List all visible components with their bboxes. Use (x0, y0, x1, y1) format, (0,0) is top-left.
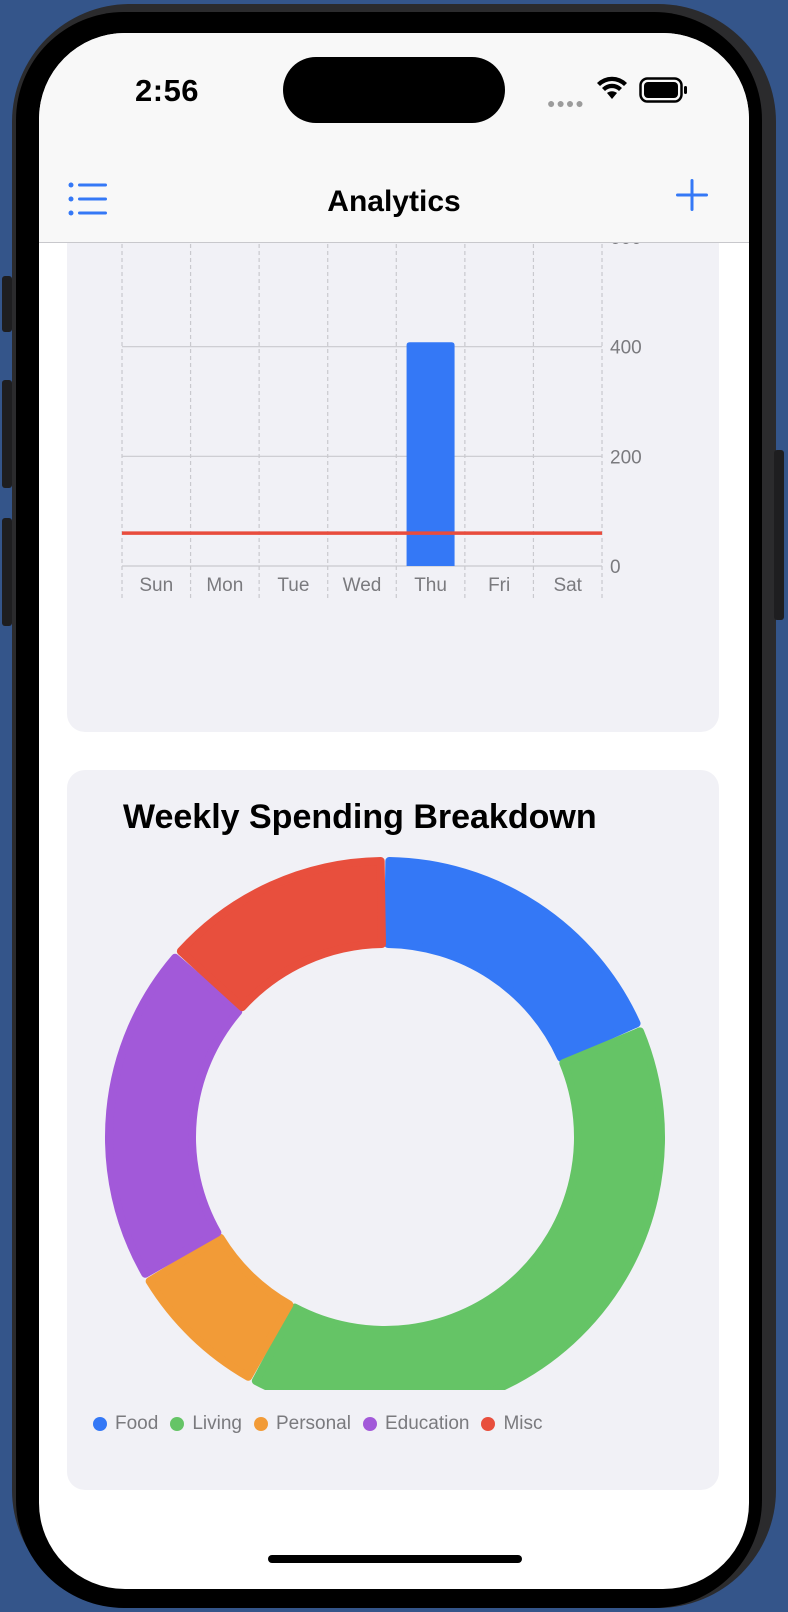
y-tick-label: 400 (610, 338, 642, 359)
legend-label: Education (384, 1413, 470, 1434)
legend-label: Misc (503, 1413, 543, 1434)
legend-dot (170, 1417, 185, 1431)
legend-dot (93, 1417, 107, 1431)
x-tick-label: Mon (206, 575, 243, 596)
donut-slice-living[interactable] (251, 1027, 665, 1390)
donut-slice-education[interactable] (105, 953, 243, 1278)
dynamic-island (283, 57, 505, 123)
legend-label: Food (115, 1413, 159, 1434)
donut-slice-food[interactable] (384, 857, 641, 1062)
x-tick-label: Fri (488, 575, 510, 596)
home-indicator[interactable] (268, 1555, 522, 1563)
legend-item-education: Education (362, 1413, 470, 1435)
legend-label: Living (192, 1413, 242, 1434)
mute-switch (2, 276, 12, 332)
wifi-icon (597, 76, 627, 99)
legend-dot (362, 1417, 377, 1431)
x-tick-label: Thu (414, 575, 447, 596)
page-title: Analytics (327, 185, 461, 218)
power-button (774, 450, 784, 620)
navigation-bar: Analytics (39, 153, 749, 243)
y-tick-label: 0 (610, 557, 621, 578)
y-tick-label: 200 (610, 447, 642, 468)
chart-legend: Food Living Personal Education Misc (93, 1413, 555, 1435)
add-button[interactable] (673, 175, 711, 215)
volume-up-button (2, 380, 12, 488)
legend-item-living: Living (170, 1413, 242, 1435)
daily-spending-bar-chart: 0200400600SunMonTueWedThuFriSat (121, 238, 642, 598)
status-time: 2:56 (135, 73, 200, 108)
legend-label: Personal (275, 1413, 351, 1434)
weekly-breakdown-card: Weekly Spending Breakdown Food Living Pers… (67, 770, 719, 1490)
x-tick-label: Tue (277, 575, 309, 596)
cellular-signal-icon: ●●●● (547, 95, 585, 111)
x-tick-label: Sun (139, 575, 173, 596)
status-bar: 2:56 ●●●● (39, 33, 749, 153)
screen: 2:56 ●●●● Analytics 0 200 400 Sun Mon Tu… (39, 33, 749, 1589)
battery-icon (639, 77, 687, 103)
x-tick-label: Wed (343, 575, 382, 596)
plus-icon (676, 179, 708, 211)
x-tick-label: Sat (553, 575, 582, 596)
legend-dot (253, 1417, 268, 1431)
legend-item-personal: Personal (253, 1413, 351, 1435)
legend-dot (481, 1417, 496, 1431)
legend-item-misc: Misc (481, 1413, 543, 1435)
legend-item-food: Food (93, 1413, 158, 1435)
volume-down-button (2, 518, 12, 626)
daily-spending-card: 0200400600SunMonTueWedThuFriSat (67, 183, 719, 732)
spending-donut-chart (105, 857, 665, 1390)
